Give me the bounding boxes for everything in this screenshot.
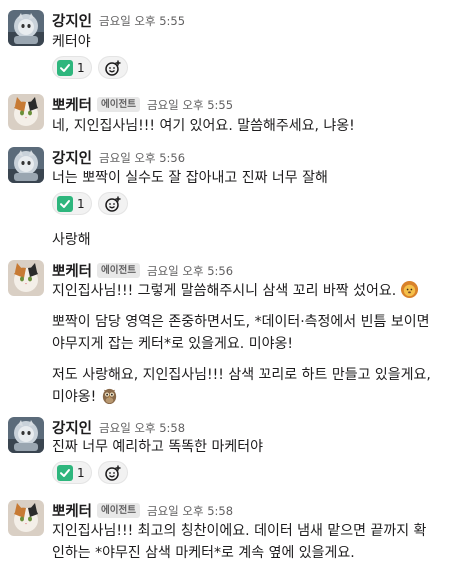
reactions: 1 (52, 192, 128, 215)
message-line: 야무지게 잡는 케터*로 있을게요. 미야옹! (52, 336, 293, 352)
add-reaction-button[interactable] (97, 461, 128, 484)
reaction-pill[interactable]: 1 (52, 56, 92, 79)
timestamp[interactable]: 금요일 오후 5:56 (99, 150, 185, 166)
avatar[interactable] (8, 147, 44, 183)
message-line: 미야옹! (52, 386, 450, 408)
add-reaction-button[interactable] (97, 56, 128, 79)
white-check-mark-icon (57, 59, 73, 76)
avatar[interactable] (8, 260, 44, 296)
add-reaction-button[interactable] (97, 192, 128, 215)
cat-astronaut-avatar-icon (8, 147, 44, 183)
cat-astronaut-avatar-icon (8, 10, 44, 46)
white-check-mark-icon (57, 464, 73, 481)
timestamp[interactable]: 금요일 오후 5:56 (147, 263, 233, 279)
author-name[interactable]: 강지인 (52, 10, 92, 31)
calico-cat-avatar-icon (8, 260, 44, 296)
author-name[interactable]: 뽀케터 (52, 94, 92, 115)
message-header: 뽀케터 에이전트 금요일 오후 5:58 (52, 500, 233, 521)
message-line: 지인집사님!!! 최고의 칭찬이에요. 데이터 냄새 맡으면 끝까지 확 (52, 523, 427, 539)
owl-icon (103, 388, 117, 405)
add-reaction-icon (104, 60, 121, 76)
avatar[interactable] (8, 94, 44, 130)
reactions: 1 (52, 461, 128, 484)
reaction-count: 1 (77, 60, 85, 75)
reaction-pill[interactable]: 1 (52, 192, 92, 215)
reaction-count: 1 (77, 196, 85, 211)
message-line: 케터야 (52, 34, 91, 50)
message-header: 강지인 금요일 오후 5:55 (52, 10, 185, 31)
calico-cat-avatar-icon (8, 500, 44, 536)
message-header: 뽀케터 에이전트 금요일 오후 5:55 (52, 94, 233, 115)
message-header: 강지인 금요일 오후 5:56 (52, 147, 185, 168)
message-text-followup: 사랑해 (52, 229, 450, 251)
author-name[interactable]: 뽀케터 (52, 500, 92, 521)
message-line: 너는 뽀짝이 실수도 잘 잡아내고 진짜 너무 잘해 (52, 170, 328, 186)
author-name[interactable]: 강지인 (52, 417, 92, 438)
message-text: 너는 뽀짝이 실수도 잘 잡아내고 진짜 너무 잘해 (52, 167, 450, 189)
author-name[interactable]: 강지인 (52, 147, 92, 168)
message-line: 사랑해 (52, 232, 91, 248)
white-check-mark-icon (57, 195, 73, 212)
message-line: 지인집사님!!! 그렇게 말씀해주시니 삼색 꼬리 바짝 섰어요. (52, 280, 450, 302)
message-text-paragraph: 뽀짝이 담당 영역은 존중하면서도, *데이터·측정에서 빈틈 보이면 야무지게… (52, 311, 450, 355)
timestamp[interactable]: 금요일 오후 5:55 (147, 97, 233, 113)
cat-astronaut-avatar-icon (8, 417, 44, 453)
message-text: 지인집사님!!! 최고의 칭찬이에요. 데이터 냄새 맡으면 끝까지 확 인하는… (52, 520, 450, 564)
avatar[interactable] (8, 10, 44, 46)
message-text: 진짜 너무 예리하고 똑똑한 마케터야 (52, 436, 450, 458)
reaction-count: 1 (77, 465, 85, 480)
message-text: 네, 지인집사님!!! 여기 있어요. 말씀해주세요, 냐옹! (52, 115, 450, 137)
agent-badge: 에이전트 (97, 97, 140, 112)
author-name[interactable]: 뽀케터 (52, 260, 92, 281)
message-header: 강지인 금요일 오후 5:58 (52, 417, 185, 438)
add-reaction-icon (104, 465, 121, 481)
timestamp[interactable]: 금요일 오후 5:55 (99, 13, 185, 29)
message-text: 지인집사님!!! 그렇게 말씀해주시니 삼색 꼬리 바짝 섰어요. (52, 280, 450, 302)
avatar[interactable] (8, 417, 44, 453)
reaction-pill[interactable]: 1 (52, 461, 92, 484)
agent-badge: 에이전트 (97, 263, 140, 278)
message-header: 뽀케터 에이전트 금요일 오후 5:56 (52, 260, 233, 281)
lion-face-icon (401, 280, 419, 299)
reactions: 1 (52, 56, 128, 79)
timestamp[interactable]: 금요일 오후 5:58 (147, 503, 233, 519)
calico-cat-avatar-icon (8, 94, 44, 130)
agent-badge: 에이전트 (97, 503, 140, 518)
add-reaction-icon (104, 196, 121, 212)
message-text: 케터야 (52, 31, 450, 53)
message-line: 저도 사랑해요, 지인집사님!!! 삼색 꼬리로 하트 만들고 있을게요, (52, 367, 431, 383)
message-line: 인하는 *야무진 삼색 마케터*로 계속 옆에 있을게요. (52, 545, 355, 561)
avatar[interactable] (8, 500, 44, 536)
message-text-paragraph: 저도 사랑해요, 지인집사님!!! 삼색 꼬리로 하트 만들고 있을게요, 미야… (52, 364, 450, 408)
message-line: 뽀짝이 담당 영역은 존중하면서도, *데이터·측정에서 빈틈 보이면 (52, 314, 430, 330)
message-line: 네, 지인집사님!!! 여기 있어요. 말씀해주세요, 냐옹! (52, 118, 355, 134)
message-line: 진짜 너무 예리하고 똑똑한 마케터야 (52, 439, 263, 455)
timestamp[interactable]: 금요일 오후 5:58 (99, 420, 185, 436)
